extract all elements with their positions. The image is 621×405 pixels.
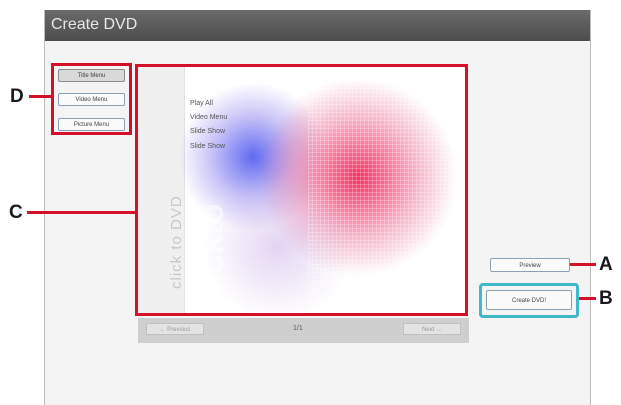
next-page-button[interactable]: Next → [403,323,461,335]
preview-button[interactable]: Preview [490,258,570,272]
callout-letter-b: B [599,288,613,309]
window-title: Create DVD [51,16,138,33]
callout-line-d [29,95,51,98]
callout-line-b [579,297,596,300]
callout-box-c [135,64,468,316]
callout-letter-a: A [599,254,613,275]
tab-picture-menu[interactable]: Picture Menu [58,118,125,131]
tab-video-menu[interactable]: Video Menu [58,93,125,106]
title-bar: Create DVD [45,10,590,41]
previous-page-button[interactable]: ← Previous [146,323,204,335]
preview-navigation-bar: ← Previous 1/1 Next → [138,318,469,343]
create-dvd-button[interactable]: Create DVD! [486,290,572,310]
callout-line-c [27,211,135,214]
callout-letter-d: D [10,86,24,107]
page-indicator: 1/1 [293,325,303,332]
tab-title-menu[interactable]: Title Menu [58,69,125,82]
callout-line-a [570,263,596,266]
callout-letter-c: C [9,202,23,223]
